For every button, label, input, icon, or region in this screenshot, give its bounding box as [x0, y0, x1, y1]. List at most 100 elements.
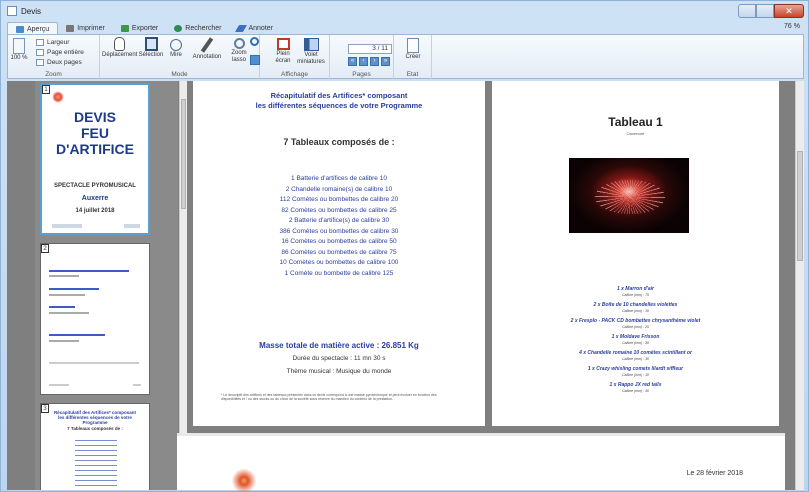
- zoom-in-button[interactable]: [250, 37, 260, 46]
- thumbnail-page-2[interactable]: 2: [40, 243, 150, 395]
- thumbnail-panel-button[interactable]: Volet miniatures: [296, 38, 326, 66]
- summary-subtitle: 7 Tableaux composés de :: [283, 137, 395, 147]
- cover-date: 14 juillet 2018: [75, 208, 115, 214]
- cover-title-line: DEVIS: [73, 109, 116, 125]
- tab-label: Annoter: [248, 25, 273, 32]
- summary-item: 82 Comètes ou bombettes de calibre 25: [281, 206, 397, 214]
- thumb3-list: [75, 438, 117, 486]
- page-number-field[interactable]: 3 / 11: [348, 44, 392, 54]
- close-button[interactable]: ✕: [774, 4, 804, 18]
- zoom-lasso-button[interactable]: Zoom lasso: [228, 37, 250, 64]
- summary-item: 1 Batterie d'artifices de calibre 10: [291, 175, 387, 182]
- page-tableau: Tableau 1 Ouverture 1 x Marron d'air Cal…: [492, 81, 779, 426]
- first-page-button[interactable]: «: [348, 57, 357, 66]
- page-summary: Récapitulatif des Artifices* composant l…: [193, 81, 485, 426]
- maximize-button[interactable]: [756, 4, 774, 18]
- zoom-width-button[interactable]: Largeur: [36, 38, 69, 47]
- document-icon: [407, 38, 419, 53]
- group-label: Etat: [406, 71, 419, 78]
- window-controls: ✕: [738, 4, 804, 18]
- state-group: Créer Etat: [394, 35, 432, 79]
- group-label: Pages: [352, 71, 371, 78]
- export-icon: [120, 25, 129, 32]
- window-title: Devis: [21, 6, 42, 16]
- button-label: Sélection: [138, 52, 164, 58]
- scrollbar-thumb[interactable]: [797, 151, 803, 261]
- summary-title-line: Récapitulatif des Artifices* composant: [270, 91, 408, 100]
- fullscreen-button[interactable]: Plein écran: [272, 38, 294, 65]
- cover-footer-logo: [124, 224, 140, 228]
- tableau-item-detail: Calibre (mm) : 30: [621, 388, 650, 393]
- scrollbar-thumb[interactable]: [181, 99, 186, 209]
- printer-icon: [66, 25, 75, 32]
- last-page-button[interactable]: »: [381, 57, 390, 66]
- zoom-100-button[interactable]: 100 %: [10, 38, 28, 62]
- tableau-item-detail: Calibre (mm) : 10: [621, 308, 650, 313]
- group-label: Mode: [171, 71, 188, 78]
- thumbnail-page-3[interactable]: 3 Récapitulatif des Artifices* composant…: [40, 403, 150, 490]
- firework-logo: [52, 91, 64, 103]
- app-icon: [7, 6, 17, 16]
- ribbon-tabs: Aperçu Imprimer Exporter Rechercher Anno…: [7, 21, 804, 35]
- minimize-button[interactable]: [738, 4, 756, 18]
- two-pages-icon: [36, 59, 44, 66]
- cover-title-line: D'ARTIFICE: [56, 141, 134, 157]
- page-icon: [13, 38, 25, 54]
- magnifier-icon: [233, 38, 245, 49]
- search-icon: [174, 25, 183, 32]
- page-next: Le 28 février 2018: [177, 433, 785, 492]
- letter-date: Le 28 février 2018: [686, 470, 743, 477]
- create-button[interactable]: Créer: [402, 38, 424, 61]
- fullscreen-icon: [276, 38, 290, 50]
- zoom-out-button[interactable]: [250, 55, 260, 65]
- summary-item: 2 Batterie d'artifice(s) de calibre 30: [288, 217, 390, 224]
- crosshair-icon: [170, 39, 182, 51]
- move-button[interactable]: Déplacement: [102, 37, 137, 59]
- zoom-option-label: Largeur: [47, 39, 70, 46]
- width-icon: [36, 39, 44, 46]
- zoom-option-label: Page entière: [47, 49, 84, 56]
- zoom-out-icon: [250, 55, 260, 65]
- next-page-button[interactable]: ›: [370, 57, 379, 66]
- button-label: Plein écran: [275, 51, 291, 64]
- ribbon-panel: 100 % Largeur Page entière Deux pages Zo…: [7, 34, 804, 79]
- zoom-full-page-button[interactable]: Page entière: [36, 48, 84, 57]
- zoom-group: 100 % Largeur Page entière Deux pages Zo…: [8, 35, 100, 79]
- cover-city: Auxerre: [81, 195, 109, 202]
- selection-button[interactable]: Sélection: [138, 37, 164, 59]
- button-label: Mire: [170, 52, 182, 58]
- pages-group: 3 / 11 « ‹ › » Pages: [330, 35, 394, 79]
- application-window: Devis ✕ Aperçu Imprimer Exporter Recherc…: [0, 0, 809, 492]
- zoom-level-indicator: 76 %: [784, 23, 800, 30]
- cover-subtitle: SPECTACLE PYROMUSICAL: [54, 183, 136, 189]
- prev-page-button[interactable]: ‹: [359, 57, 368, 66]
- cover-title-line: FEU: [81, 125, 109, 141]
- firework-logo: [229, 464, 259, 492]
- summary-item: 16 Comètes ou bombettes de calibre 50: [281, 238, 397, 245]
- show-duration: Durée du spectacle : 11 mn 30 s: [292, 355, 386, 362]
- tableau-item-detail: Calibre (mm) : 30: [621, 356, 650, 361]
- annotation-button[interactable]: Annotation: [190, 37, 224, 61]
- music-theme: Thème musical : Musique du monde: [286, 368, 392, 375]
- total-mass: Masse totale de matière active : 26.851 …: [259, 341, 419, 350]
- tab-label: Exporter: [131, 25, 159, 32]
- tableau-item-detail: Calibre (mm) : 30: [621, 340, 650, 345]
- thumbnail-panel-icon: [303, 38, 319, 51]
- thumbnail-panel: 1 DEVIS FEU D'ARTIFICE SPECTACLE PYROMUS…: [35, 81, 178, 490]
- summary-footnote: * Le descriptif des artifices et des tab…: [221, 393, 437, 401]
- tab-label: Rechercher: [185, 25, 222, 32]
- thumbnail-scrollbar[interactable]: [179, 81, 187, 490]
- cover-footer-text: [52, 224, 82, 228]
- summary-item: 10 Comètes ou bombettes de calibre 100: [279, 259, 399, 266]
- thumbnail-number: 1: [42, 85, 50, 94]
- button-label: Zoom lasso: [231, 50, 247, 63]
- thumbnail-page-1[interactable]: 1 DEVIS FEU D'ARTIFICE SPECTACLE PYROMUS…: [40, 83, 150, 235]
- tab-label: Imprimer: [77, 25, 105, 32]
- zoom-in-icon: [250, 37, 259, 46]
- zoom-two-pages-button[interactable]: Deux pages: [36, 58, 82, 67]
- main-scrollbar[interactable]: [795, 81, 804, 490]
- pen-icon: [235, 25, 248, 32]
- crosshair-button[interactable]: Mire: [166, 37, 186, 59]
- summary-item: 386 Comètes ou bombettes de calibre 30: [279, 227, 399, 235]
- preview-icon: [16, 25, 24, 33]
